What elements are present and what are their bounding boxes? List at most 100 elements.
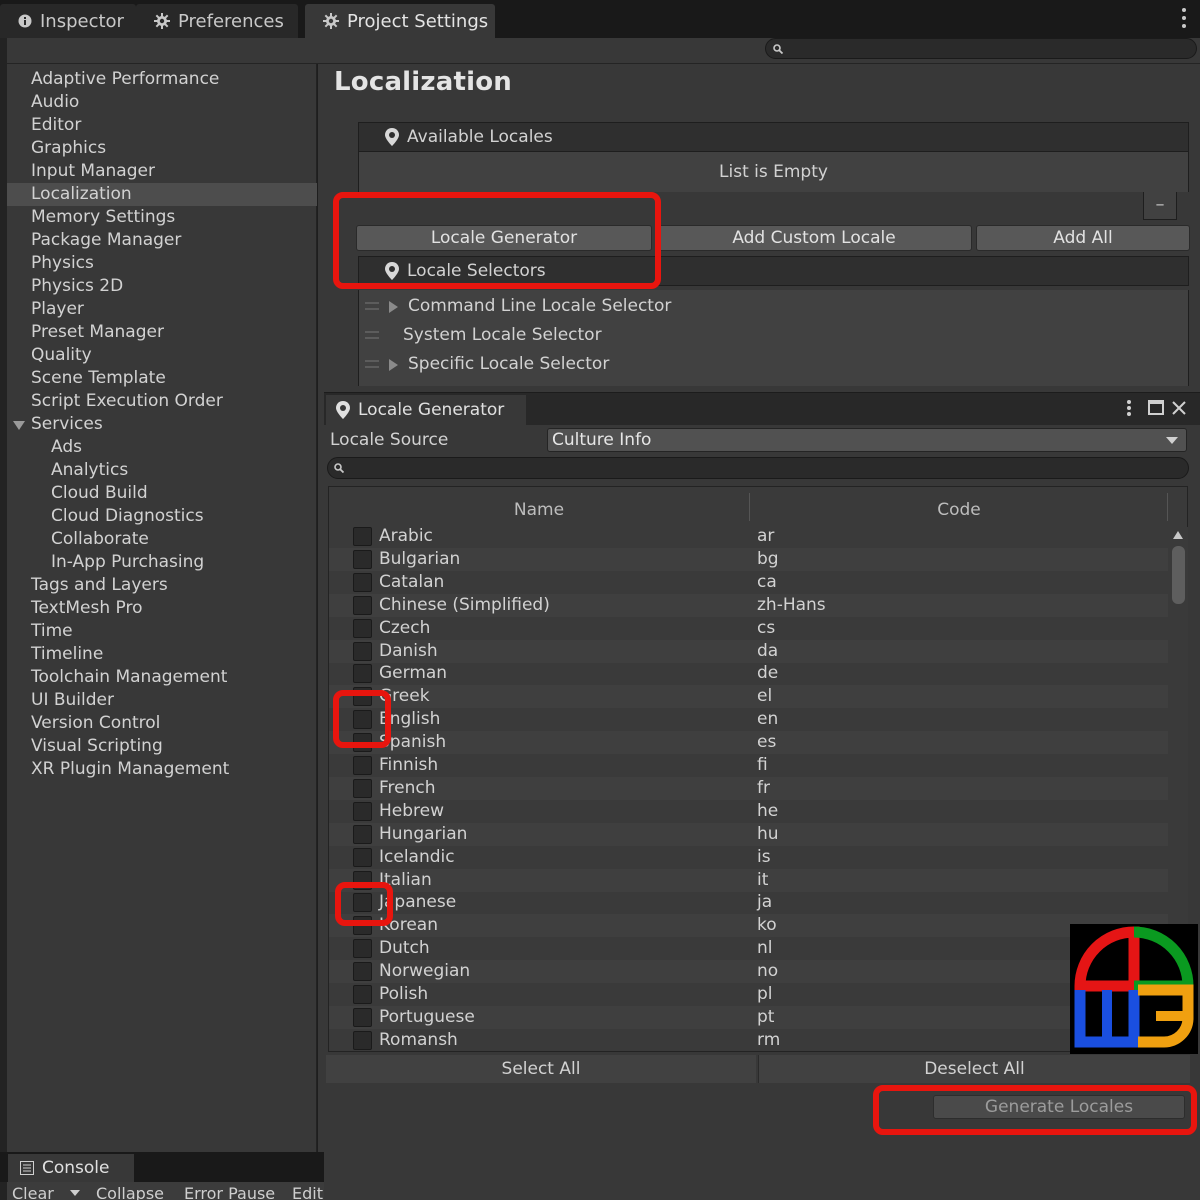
column-header-code[interactable]: Code [750, 487, 1168, 527]
sidebar-item-player[interactable]: Player [7, 298, 317, 321]
chevron-down-icon[interactable] [70, 1190, 80, 1196]
drag-handle-icon[interactable] [365, 302, 379, 310]
locale-checkbox[interactable] [353, 824, 372, 844]
locale-row[interactable]: Finnish fi [329, 754, 1169, 777]
more-options-icon[interactable] [1127, 400, 1131, 416]
locale-row[interactable]: Icelandic is [329, 846, 1169, 869]
tab-inspector[interactable]: Inspector [0, 4, 136, 38]
locale-checkbox[interactable] [353, 618, 372, 638]
locale-checkbox[interactable] [353, 985, 372, 1004]
console-error-pause-button[interactable]: Error Pause [184, 1184, 275, 1200]
sidebar-item-collaborate[interactable]: Collaborate [7, 528, 317, 551]
tab-console[interactable]: Console [8, 1154, 134, 1182]
available-locales-header[interactable]: Available Locales [358, 122, 1189, 152]
locale-checkbox[interactable] [353, 595, 372, 615]
sidebar-item-quality[interactable]: Quality [7, 344, 317, 367]
locale-checkbox[interactable] [353, 641, 372, 661]
locale-row[interactable]: Romansh rm [329, 1029, 1169, 1051]
locale-checkbox[interactable] [353, 1007, 372, 1027]
expand-arrow-icon[interactable] [389, 359, 398, 371]
column-header-name[interactable]: Name [329, 487, 749, 527]
sidebar-item-memory-settings[interactable]: Memory Settings [7, 206, 317, 229]
locale-row[interactable]: Bulgarian bg [329, 547, 1169, 571]
locale-checkbox[interactable] [353, 527, 372, 546]
sidebar-item-physics-2d[interactable]: Physics 2D [7, 275, 317, 298]
expand-arrow-icon[interactable] [389, 301, 398, 313]
locale-checkbox[interactable] [353, 847, 372, 867]
sidebar-item-toolchain-management[interactable]: Toolchain Management [7, 666, 317, 689]
generate-locales-button[interactable]: Generate Locales [933, 1095, 1185, 1119]
locale-row[interactable]: Norwegian no [329, 960, 1169, 984]
locale-row[interactable]: Portuguese pt [329, 1005, 1169, 1029]
sidebar-item-input-manager[interactable]: Input Manager [7, 160, 317, 183]
console-collapse-button[interactable]: Collapse [96, 1184, 164, 1200]
locale-generator-button[interactable]: Locale Generator [356, 225, 652, 251]
locale-checkbox[interactable] [353, 778, 372, 798]
locale-checkbox[interactable] [353, 549, 372, 569]
tab-preferences[interactable]: Preferences [136, 4, 298, 38]
sidebar-item-editor[interactable]: Editor [7, 114, 317, 137]
locale-search-input[interactable] [327, 457, 1189, 479]
sidebar-item-version-control[interactable]: Version Control [7, 712, 317, 735]
sidebar-item-visual-scripting[interactable]: Visual Scripting [7, 735, 317, 758]
sidebar-item-cloud-diagnostics[interactable]: Cloud Diagnostics [7, 505, 317, 528]
expand-arrow-icon[interactable] [13, 421, 25, 430]
locale-checkbox[interactable] [353, 664, 372, 684]
maximize-icon[interactable] [1148, 400, 1164, 415]
sidebar-item-cloud-build[interactable]: Cloud Build [7, 482, 317, 505]
settings-search-input[interactable] [765, 38, 1197, 59]
locale-checkbox[interactable] [353, 687, 372, 707]
locale-row[interactable]: Czech cs [329, 617, 1169, 640]
locale-row[interactable]: Spanish es [329, 731, 1169, 755]
sidebar-item-in-app-purchasing[interactable]: In-App Purchasing [7, 551, 317, 574]
locale-row[interactable]: French fr [329, 776, 1169, 800]
sidebar-item-analytics[interactable]: Analytics [7, 459, 317, 482]
locale-row[interactable]: Hungarian hu [329, 822, 1169, 846]
sidebar-item-time[interactable]: Time [7, 620, 317, 643]
locale-selector-item[interactable]: Specific Locale Selector [359, 350, 1190, 379]
locale-row[interactable]: Danish da [329, 639, 1169, 663]
scroll-up-icon[interactable] [1173, 531, 1183, 539]
locale-checkbox[interactable] [353, 572, 372, 592]
sidebar-item-preset-manager[interactable]: Preset Manager [7, 321, 317, 344]
locale-row[interactable]: Hebrew he [329, 800, 1169, 823]
sidebar-item-timeline[interactable]: Timeline [7, 643, 317, 666]
locale-row[interactable]: Polish pl [329, 983, 1169, 1006]
sidebar-item-audio[interactable]: Audio [7, 91, 317, 114]
deselect-all-button[interactable]: Deselect All [758, 1055, 1190, 1083]
locale-source-dropdown[interactable]: Culture Info [547, 428, 1187, 452]
locale-row[interactable]: Korean ko [329, 914, 1169, 938]
sidebar-item-script-execution-order[interactable]: Script Execution Order [7, 390, 317, 413]
locale-row[interactable]: Dutch nl [329, 937, 1169, 960]
sidebar-item-physics[interactable]: Physics [7, 252, 317, 275]
sidebar-item-ui-builder[interactable]: UI Builder [7, 689, 317, 712]
sidebar-item-tags-and-layers[interactable]: Tags and Layers [7, 574, 317, 597]
locale-row[interactable]: German de [329, 662, 1169, 685]
add-custom-locale-button[interactable]: Add Custom Locale [656, 225, 972, 251]
sidebar-item-scene-template[interactable]: Scene Template [7, 367, 317, 390]
tab-locale-generator[interactable]: Locale Generator [326, 395, 526, 425]
locale-row[interactable]: Catalan ca [329, 571, 1169, 594]
column-divider[interactable] [1167, 493, 1168, 521]
console-clear-button[interactable]: Clear [12, 1184, 54, 1200]
locale-row[interactable]: Italian it [329, 868, 1169, 892]
close-icon[interactable] [1172, 401, 1186, 415]
locale-checkbox[interactable] [353, 801, 372, 821]
locale-checkbox[interactable] [353, 916, 372, 936]
locale-row[interactable]: Arabic ar [329, 525, 1169, 548]
locale-row[interactable]: Chinese (Simplified) zh-Hans [329, 593, 1169, 617]
locale-checkbox[interactable] [353, 1030, 372, 1050]
locale-checkbox[interactable] [353, 756, 372, 775]
locale-row[interactable]: Greek el [329, 685, 1169, 709]
locale-row[interactable]: English en [329, 708, 1169, 731]
locale-row[interactable]: Japanese ja [329, 891, 1169, 914]
remove-locale-button[interactable]: – [1143, 192, 1177, 220]
sidebar-item-textmesh-pro[interactable]: TextMesh Pro [7, 597, 317, 620]
drag-handle-icon[interactable] [365, 331, 379, 339]
console-edit-button[interactable]: Edit [292, 1184, 323, 1200]
drag-handle-icon[interactable] [365, 360, 379, 368]
locale-checkbox[interactable] [353, 893, 372, 913]
locale-checkbox[interactable] [353, 710, 372, 730]
locale-checkbox[interactable] [353, 962, 372, 982]
sidebar-item-package-manager[interactable]: Package Manager [7, 229, 317, 252]
